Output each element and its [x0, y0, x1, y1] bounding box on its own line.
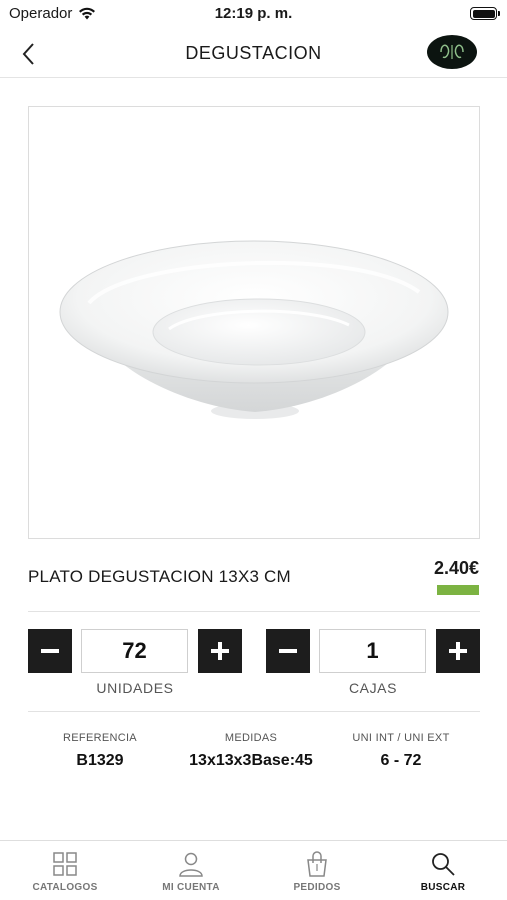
spec-label-measures: MEDIDAS: [224, 732, 278, 744]
spec-label-units-per-box: UNI INT / UNI EXT: [352, 732, 450, 744]
tab-pedidos[interactable]: PEDIDOS: [254, 841, 380, 900]
tab-label: CATALOGOS: [32, 882, 98, 893]
grid-icon: [53, 852, 77, 876]
boxes-increment-button[interactable]: [436, 629, 480, 673]
product-image: [28, 106, 480, 539]
product-name: PLATO DEGUSTACION 13X3 CM: [28, 567, 291, 586]
plus-icon: [211, 642, 229, 660]
units-increment-button[interactable]: [198, 629, 242, 673]
tab-bar: CATALOGOS MI CUENTA PEDIDOS BUSCAR: [0, 840, 507, 900]
minus-icon: [41, 649, 59, 653]
boxes-decrement-button[interactable]: [266, 629, 310, 673]
minus-icon: [279, 649, 297, 653]
product-detail-screen: Operador 12:19 p. m. DEGUSTACION PLATO D…: [0, 0, 507, 900]
divider: [28, 611, 480, 612]
boxes-label: CAJAS: [348, 680, 398, 696]
price-accent-bar: [437, 585, 479, 595]
shopping-bag-icon: [307, 851, 327, 877]
tab-label: MI CUENTA: [162, 882, 220, 893]
brand-logo-icon: [440, 44, 464, 59]
spec-label-reference: REFERENCIA: [63, 732, 137, 744]
navigation-bar: DEGUSTACION: [0, 28, 507, 78]
tab-label: BUSCAR: [420, 882, 466, 893]
clock: 12:19 p. m.: [214, 5, 293, 22]
spec-value-units-per-box: 6 - 72: [380, 752, 422, 769]
units-decrement-button[interactable]: [28, 629, 72, 673]
tab-buscar[interactable]: BUSCAR: [380, 841, 506, 900]
units-label: UNIDADES: [96, 680, 174, 696]
product-price: 2.40€: [433, 558, 479, 578]
status-bar: Operador 12:19 p. m.: [0, 0, 507, 28]
user-icon: [179, 852, 203, 877]
divider: [28, 711, 480, 712]
battery-icon: [470, 7, 500, 20]
boxes-quantity-field[interactable]: 1: [319, 629, 426, 673]
units-quantity-field[interactable]: 72: [81, 629, 188, 673]
plus-icon: [449, 642, 467, 660]
tab-catalogos[interactable]: CATALOGOS: [2, 841, 128, 900]
tab-mi-cuenta[interactable]: MI CUENTA: [128, 841, 254, 900]
spec-value-measures: 13x13x3Base:45: [189, 752, 313, 769]
search-icon: [432, 853, 455, 876]
brand-logo: [427, 35, 477, 69]
plate-illustration: [59, 240, 449, 419]
tab-label: PEDIDOS: [293, 882, 341, 893]
spec-value-reference: B1329: [76, 752, 124, 769]
